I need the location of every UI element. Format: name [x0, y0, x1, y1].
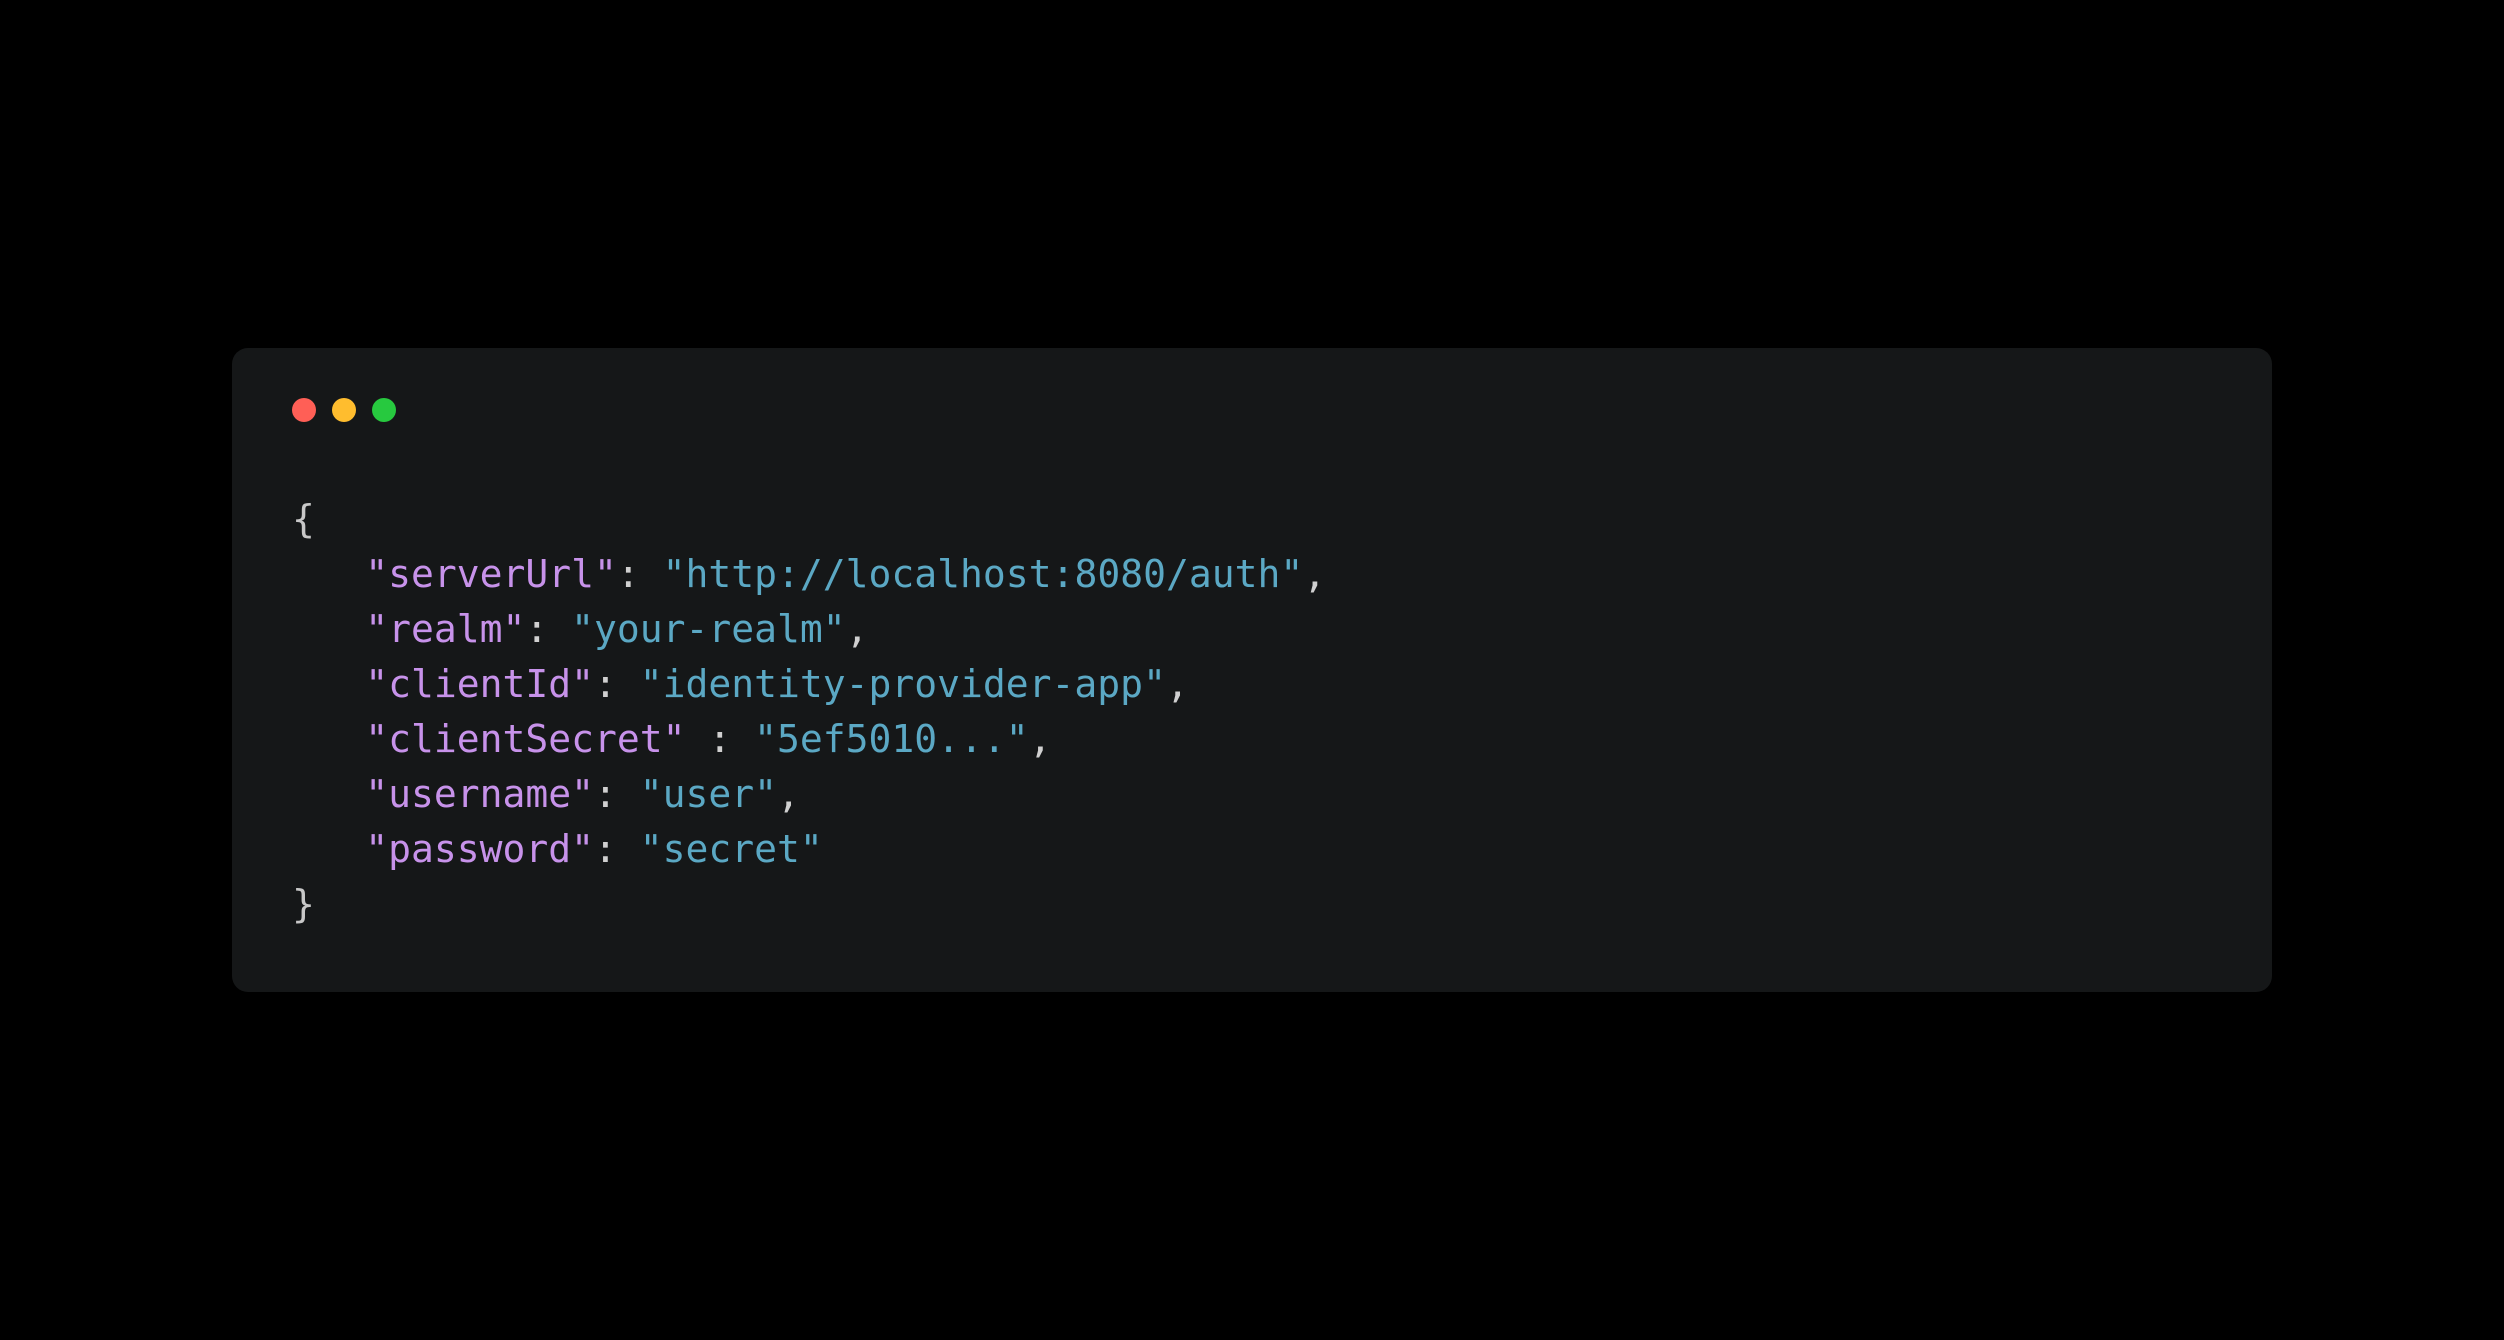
comma: ,	[846, 607, 869, 651]
comma: ,	[1303, 552, 1326, 596]
brace-close: }	[292, 882, 315, 926]
json-key: "clientSecret"	[365, 717, 685, 761]
brace-open: {	[292, 497, 315, 541]
colon: :	[594, 772, 640, 816]
json-key: "clientId"	[365, 662, 594, 706]
json-value: "user"	[640, 772, 777, 816]
json-key: "password"	[365, 827, 594, 871]
colon: :	[617, 552, 663, 596]
json-key: "username"	[365, 772, 594, 816]
code-window: { "serverUrl": "http://localhost:8080/au…	[232, 348, 2272, 993]
json-value: "identity-provider-app"	[640, 662, 1166, 706]
maximize-window-button[interactable]	[372, 398, 396, 422]
json-value: "5ef5010..."	[754, 717, 1029, 761]
colon: :	[686, 717, 755, 761]
json-value: "http://localhost:8080/auth"	[663, 552, 1304, 596]
close-window-button[interactable]	[292, 398, 316, 422]
code-block: { "serverUrl": "http://localhost:8080/au…	[292, 492, 2212, 933]
colon: :	[594, 662, 640, 706]
comma: ,	[777, 772, 800, 816]
comma: ,	[1029, 717, 1052, 761]
json-value: "secret"	[640, 827, 823, 871]
minimize-window-button[interactable]	[332, 398, 356, 422]
json-key: "serverUrl"	[365, 552, 617, 596]
window-controls	[292, 398, 2212, 422]
comma: ,	[1166, 662, 1189, 706]
json-key: "realm"	[365, 607, 525, 651]
json-value: "your-realm"	[571, 607, 846, 651]
colon: :	[594, 827, 640, 871]
colon: :	[525, 607, 571, 651]
